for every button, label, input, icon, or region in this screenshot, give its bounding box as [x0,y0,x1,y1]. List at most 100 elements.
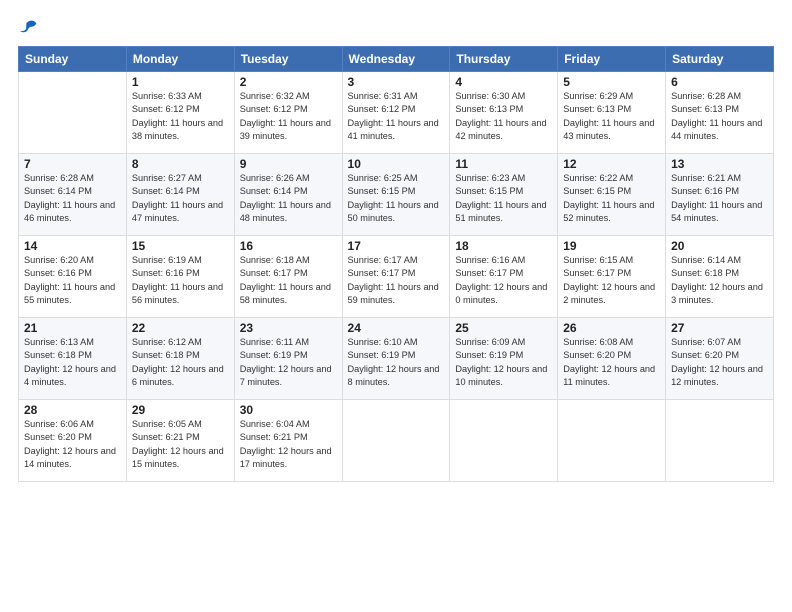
day-number: 6 [671,75,768,89]
header [18,18,774,40]
calendar-cell: 19Sunrise: 6:15 AM Sunset: 6:17 PM Dayli… [558,236,666,318]
day-info: Sunrise: 6:25 AM Sunset: 6:15 PM Dayligh… [348,172,445,225]
day-number: 29 [132,403,229,417]
calendar-cell: 27Sunrise: 6:07 AM Sunset: 6:20 PM Dayli… [666,318,774,400]
calendar-cell: 18Sunrise: 6:16 AM Sunset: 6:17 PM Dayli… [450,236,558,318]
calendar-cell: 10Sunrise: 6:25 AM Sunset: 6:15 PM Dayli… [342,154,450,236]
calendar-cell: 12Sunrise: 6:22 AM Sunset: 6:15 PM Dayli… [558,154,666,236]
calendar-cell: 28Sunrise: 6:06 AM Sunset: 6:20 PM Dayli… [19,400,127,482]
day-info: Sunrise: 6:08 AM Sunset: 6:20 PM Dayligh… [563,336,660,389]
weekday-header-saturday: Saturday [666,47,774,72]
day-info: Sunrise: 6:18 AM Sunset: 6:17 PM Dayligh… [240,254,337,307]
page: SundayMondayTuesdayWednesdayThursdayFrid… [0,0,792,612]
day-number: 30 [240,403,337,417]
day-number: 19 [563,239,660,253]
day-info: Sunrise: 6:06 AM Sunset: 6:20 PM Dayligh… [24,418,121,471]
day-info: Sunrise: 6:14 AM Sunset: 6:18 PM Dayligh… [671,254,768,307]
day-number: 17 [348,239,445,253]
day-info: Sunrise: 6:12 AM Sunset: 6:18 PM Dayligh… [132,336,229,389]
day-info: Sunrise: 6:09 AM Sunset: 6:19 PM Dayligh… [455,336,552,389]
day-number: 15 [132,239,229,253]
day-info: Sunrise: 6:21 AM Sunset: 6:16 PM Dayligh… [671,172,768,225]
day-info: Sunrise: 6:32 AM Sunset: 6:12 PM Dayligh… [240,90,337,143]
day-number: 22 [132,321,229,335]
day-number: 4 [455,75,552,89]
calendar-cell: 17Sunrise: 6:17 AM Sunset: 6:17 PM Dayli… [342,236,450,318]
day-number: 16 [240,239,337,253]
day-info: Sunrise: 6:30 AM Sunset: 6:13 PM Dayligh… [455,90,552,143]
calendar-cell: 21Sunrise: 6:13 AM Sunset: 6:18 PM Dayli… [19,318,127,400]
day-info: Sunrise: 6:05 AM Sunset: 6:21 PM Dayligh… [132,418,229,471]
calendar-cell: 15Sunrise: 6:19 AM Sunset: 6:16 PM Dayli… [126,236,234,318]
calendar-cell: 23Sunrise: 6:11 AM Sunset: 6:19 PM Dayli… [234,318,342,400]
day-info: Sunrise: 6:23 AM Sunset: 6:15 PM Dayligh… [455,172,552,225]
day-number: 13 [671,157,768,171]
day-info: Sunrise: 6:19 AM Sunset: 6:16 PM Dayligh… [132,254,229,307]
day-number: 24 [348,321,445,335]
day-info: Sunrise: 6:29 AM Sunset: 6:13 PM Dayligh… [563,90,660,143]
weekday-header-tuesday: Tuesday [234,47,342,72]
day-number: 1 [132,75,229,89]
calendar-cell: 4Sunrise: 6:30 AM Sunset: 6:13 PM Daylig… [450,72,558,154]
calendar-week-4: 28Sunrise: 6:06 AM Sunset: 6:20 PM Dayli… [19,400,774,482]
day-info: Sunrise: 6:17 AM Sunset: 6:17 PM Dayligh… [348,254,445,307]
day-info: Sunrise: 6:22 AM Sunset: 6:15 PM Dayligh… [563,172,660,225]
day-number: 27 [671,321,768,335]
weekday-header-thursday: Thursday [450,47,558,72]
day-info: Sunrise: 6:27 AM Sunset: 6:14 PM Dayligh… [132,172,229,225]
calendar-cell: 2Sunrise: 6:32 AM Sunset: 6:12 PM Daylig… [234,72,342,154]
day-info: Sunrise: 6:28 AM Sunset: 6:14 PM Dayligh… [24,172,121,225]
weekday-header-sunday: Sunday [19,47,127,72]
day-info: Sunrise: 6:10 AM Sunset: 6:19 PM Dayligh… [348,336,445,389]
day-info: Sunrise: 6:28 AM Sunset: 6:13 PM Dayligh… [671,90,768,143]
calendar-cell: 30Sunrise: 6:04 AM Sunset: 6:21 PM Dayli… [234,400,342,482]
calendar-cell: 6Sunrise: 6:28 AM Sunset: 6:13 PM Daylig… [666,72,774,154]
day-number: 7 [24,157,121,171]
day-number: 14 [24,239,121,253]
day-number: 9 [240,157,337,171]
calendar-cell: 3Sunrise: 6:31 AM Sunset: 6:12 PM Daylig… [342,72,450,154]
calendar-cell: 7Sunrise: 6:28 AM Sunset: 6:14 PM Daylig… [19,154,127,236]
calendar-cell: 14Sunrise: 6:20 AM Sunset: 6:16 PM Dayli… [19,236,127,318]
day-number: 26 [563,321,660,335]
logo-bird-icon [18,18,40,40]
day-info: Sunrise: 6:16 AM Sunset: 6:17 PM Dayligh… [455,254,552,307]
day-info: Sunrise: 6:11 AM Sunset: 6:19 PM Dayligh… [240,336,337,389]
calendar-cell: 1Sunrise: 6:33 AM Sunset: 6:12 PM Daylig… [126,72,234,154]
calendar-cell [666,400,774,482]
day-info: Sunrise: 6:20 AM Sunset: 6:16 PM Dayligh… [24,254,121,307]
day-number: 2 [240,75,337,89]
calendar-cell: 13Sunrise: 6:21 AM Sunset: 6:16 PM Dayli… [666,154,774,236]
day-number: 12 [563,157,660,171]
day-info: Sunrise: 6:07 AM Sunset: 6:20 PM Dayligh… [671,336,768,389]
calendar-week-0: 1Sunrise: 6:33 AM Sunset: 6:12 PM Daylig… [19,72,774,154]
calendar-table: SundayMondayTuesdayWednesdayThursdayFrid… [18,46,774,482]
calendar-cell: 11Sunrise: 6:23 AM Sunset: 6:15 PM Dayli… [450,154,558,236]
calendar-cell: 5Sunrise: 6:29 AM Sunset: 6:13 PM Daylig… [558,72,666,154]
day-info: Sunrise: 6:31 AM Sunset: 6:12 PM Dayligh… [348,90,445,143]
calendar-week-2: 14Sunrise: 6:20 AM Sunset: 6:16 PM Dayli… [19,236,774,318]
day-number: 8 [132,157,229,171]
day-number: 20 [671,239,768,253]
calendar-cell [19,72,127,154]
calendar-cell [450,400,558,482]
day-info: Sunrise: 6:04 AM Sunset: 6:21 PM Dayligh… [240,418,337,471]
weekday-header-monday: Monday [126,47,234,72]
calendar-week-3: 21Sunrise: 6:13 AM Sunset: 6:18 PM Dayli… [19,318,774,400]
weekday-header-friday: Friday [558,47,666,72]
day-number: 23 [240,321,337,335]
day-number: 25 [455,321,552,335]
calendar-body: 1Sunrise: 6:33 AM Sunset: 6:12 PM Daylig… [19,72,774,482]
day-number: 3 [348,75,445,89]
day-info: Sunrise: 6:33 AM Sunset: 6:12 PM Dayligh… [132,90,229,143]
calendar-cell: 26Sunrise: 6:08 AM Sunset: 6:20 PM Dayli… [558,318,666,400]
day-number: 21 [24,321,121,335]
calendar-header-row: SundayMondayTuesdayWednesdayThursdayFrid… [19,47,774,72]
day-number: 10 [348,157,445,171]
day-number: 28 [24,403,121,417]
calendar-cell: 22Sunrise: 6:12 AM Sunset: 6:18 PM Dayli… [126,318,234,400]
calendar-cell: 24Sunrise: 6:10 AM Sunset: 6:19 PM Dayli… [342,318,450,400]
day-number: 11 [455,157,552,171]
calendar-week-1: 7Sunrise: 6:28 AM Sunset: 6:14 PM Daylig… [19,154,774,236]
weekday-header-wednesday: Wednesday [342,47,450,72]
